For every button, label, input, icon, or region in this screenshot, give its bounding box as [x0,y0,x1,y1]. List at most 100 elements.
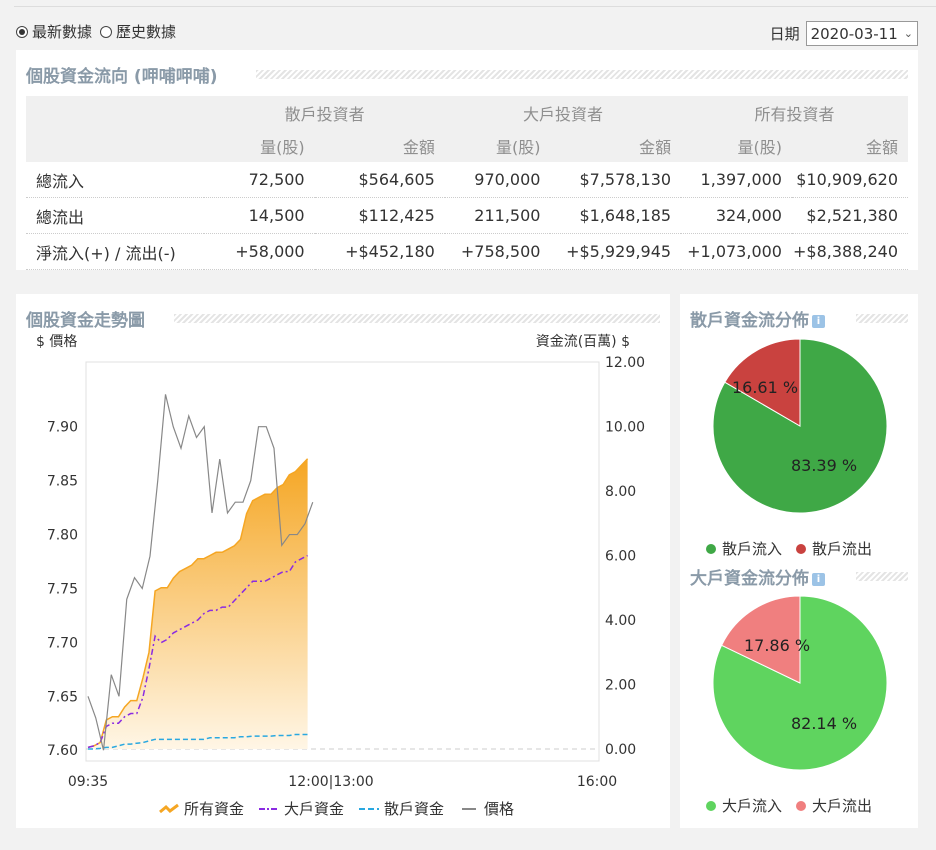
radio-checked-icon[interactable] [16,25,28,38]
legend-dot-icon [796,543,807,554]
retail-pie-legend: 散戶流入 散戶流出 [706,538,886,559]
legend-item[interactable]: 散戶資金 [358,798,444,819]
legend-item[interactable]: 大戶流出 [796,795,872,816]
legend-line-icon [358,803,380,815]
sub-header: 量(股) [681,129,792,162]
group-header: 所有投資者 [681,96,908,129]
legend-item[interactable]: 大戶資金 [258,798,344,819]
legend-label: 所有資金 [184,800,245,818]
legend-label: 大戶流出 [812,797,873,815]
group-header-row: 散戶投資者 大戶投資者 所有投資者 [26,96,908,129]
flow-table: 散戶投資者 大戶投資者 所有投資者 量(股) 金額 量(股) 金額 量(股) 金… [26,96,908,270]
y-right-tick: 12.00 [605,355,645,371]
series-area-all-funds [88,458,308,749]
table-cell: +$5,929,945 [550,233,682,270]
table-row: 總流出 14,500 $112,425 211,500 $1,648,185 3… [26,197,908,234]
trend-legend: 所有資金 大戶資金 散戶資金 價格 [158,798,528,819]
table-cell: +$452,180 [314,233,445,270]
table-cell: $564,605 [314,162,445,198]
legend-line-icon [458,803,480,815]
flow-table-panel: 個股資金流向 (呷哺呷哺) 散戶投資者 大戶投資者 所有投資者 量(股) 金額 … [16,50,918,270]
retail-pie-panel: 散戶資金流分佈 i 大戶資金流分佈 i 83.39 % 16.61 % 82.14 % 1… [680,294,918,828]
x-tick: 12:00|13:00 [288,774,373,790]
table-cell: +758,500 [444,233,551,270]
x-tick: 16:00 [577,774,617,790]
right-axis-label: 資金流(百萬) $ [536,334,630,350]
sub-header: 量(股) [204,129,315,162]
legend-item[interactable]: 大戶流入 [706,795,782,816]
large-pie-legend: 大戶流入 大戶流出 [706,795,886,816]
table-row: 淨流入(+) / 流出(-) +58,000 +$452,180 +758,50… [26,233,908,270]
table-cell: 14,500 [204,197,315,234]
y-right-tick: 0.00 [605,742,636,758]
sub-header: 金額 [550,129,682,162]
y-right-tick: 2.00 [605,678,636,694]
row-label: 總流入 [26,162,205,198]
table-cell: 1,397,000 [681,162,792,198]
table-cell: +58,000 [204,233,315,270]
y-left-tick: 7.60 [47,743,78,759]
trend-chart: $ 價格 資金流(百萬) $ 7.60 7.65 7.70 7.75 7.80 7.85 7… [36,333,645,790]
table-cell: 970,000 [444,162,551,198]
pie-value-label: 83.39 % [791,456,857,475]
table-cell: +1,073,000 [681,233,792,270]
radio-latest-data[interactable]: 最新數據 [16,21,92,42]
y-right-tick: 10.00 [605,420,645,436]
empty-header [26,129,205,162]
radio-history-data[interactable]: 歷史數據 [100,21,176,42]
table-cell: $1,648,185 [550,197,682,234]
table-cell: 324,000 [681,197,792,234]
table-cell: $7,578,130 [550,162,682,198]
date-picker: 日期 2020-03-11 ⌄ [770,21,918,46]
sub-header: 金額 [314,129,445,162]
top-divider [14,6,936,7]
group-header: 散戶投資者 [204,96,445,129]
legend-label: 價格 [484,800,515,818]
legend-dot-icon [706,543,716,554]
radio-latest-label: 最新數據 [32,23,93,41]
y-left-tick: 7.65 [47,689,78,705]
sub-header: 量(股) [444,129,551,162]
legend-item[interactable]: 價格 [458,798,514,819]
table-cell: $10,909,620 [791,162,908,198]
table-cell: 211,500 [444,197,551,234]
pie-charts: 83.39 % 16.61 % 82.14 % 17.86 % [712,338,888,771]
x-tick: 09:35 [68,774,108,790]
legend-dot-icon [706,800,716,811]
data-mode-radio-group: 最新數據 歷史數據 [16,21,184,42]
legend-label: 大戶資金 [284,800,345,818]
y-right-tick: 8.00 [605,484,636,500]
pie-value-label: 82.14 % [791,714,857,733]
legend-dot-icon [796,800,807,811]
title-stripes [256,70,908,79]
table-cell: +$8,388,240 [791,233,908,270]
table-row: 總流入 72,500 $564,605 970,000 $7,578,130 1… [26,162,908,198]
y-left-tick: 7.85 [47,474,78,490]
pie-value-label: 17.86 % [744,636,810,655]
y-left-tick: 7.80 [47,528,78,544]
legend-label: 散戶流出 [812,540,873,558]
pie-value-label: 16.61 % [732,378,798,397]
legend-item[interactable]: 散戶流出 [796,538,872,559]
date-select[interactable]: 2020-03-11 ⌄ [805,21,918,46]
empty-header [26,96,205,129]
flow-table-title: 個股資金流向 (呷哺呷哺) [26,67,218,87]
y-left-tick: 7.90 [47,420,78,436]
y-left-tick: 7.75 [47,581,78,597]
legend-label: 大戶流入 [722,797,783,815]
table-cell: 72,500 [204,162,315,198]
legend-line-icon [158,803,180,815]
legend-item[interactable]: 散戶流入 [706,538,782,559]
radio-unchecked-icon[interactable] [100,25,113,38]
table-cell: $2,521,380 [791,197,908,234]
row-label: 淨流入(+) / 流出(-) [26,233,205,270]
radio-history-label: 歷史數據 [116,23,177,41]
trend-chart-panel: 個股資金走勢圖 $ 價格 資金流(百萬) $ 7.60 7.65 7.70 7.75 7… [16,294,670,828]
group-header: 大戶投資者 [444,96,682,129]
y-left-tick: 7.70 [47,635,78,651]
table-cell: $112,425 [314,197,445,234]
y-right-tick: 4.00 [605,613,636,629]
legend-item[interactable]: 所有資金 [158,798,244,819]
legend-label: 散戶流入 [722,540,783,558]
legend-label: 散戶資金 [384,800,445,818]
